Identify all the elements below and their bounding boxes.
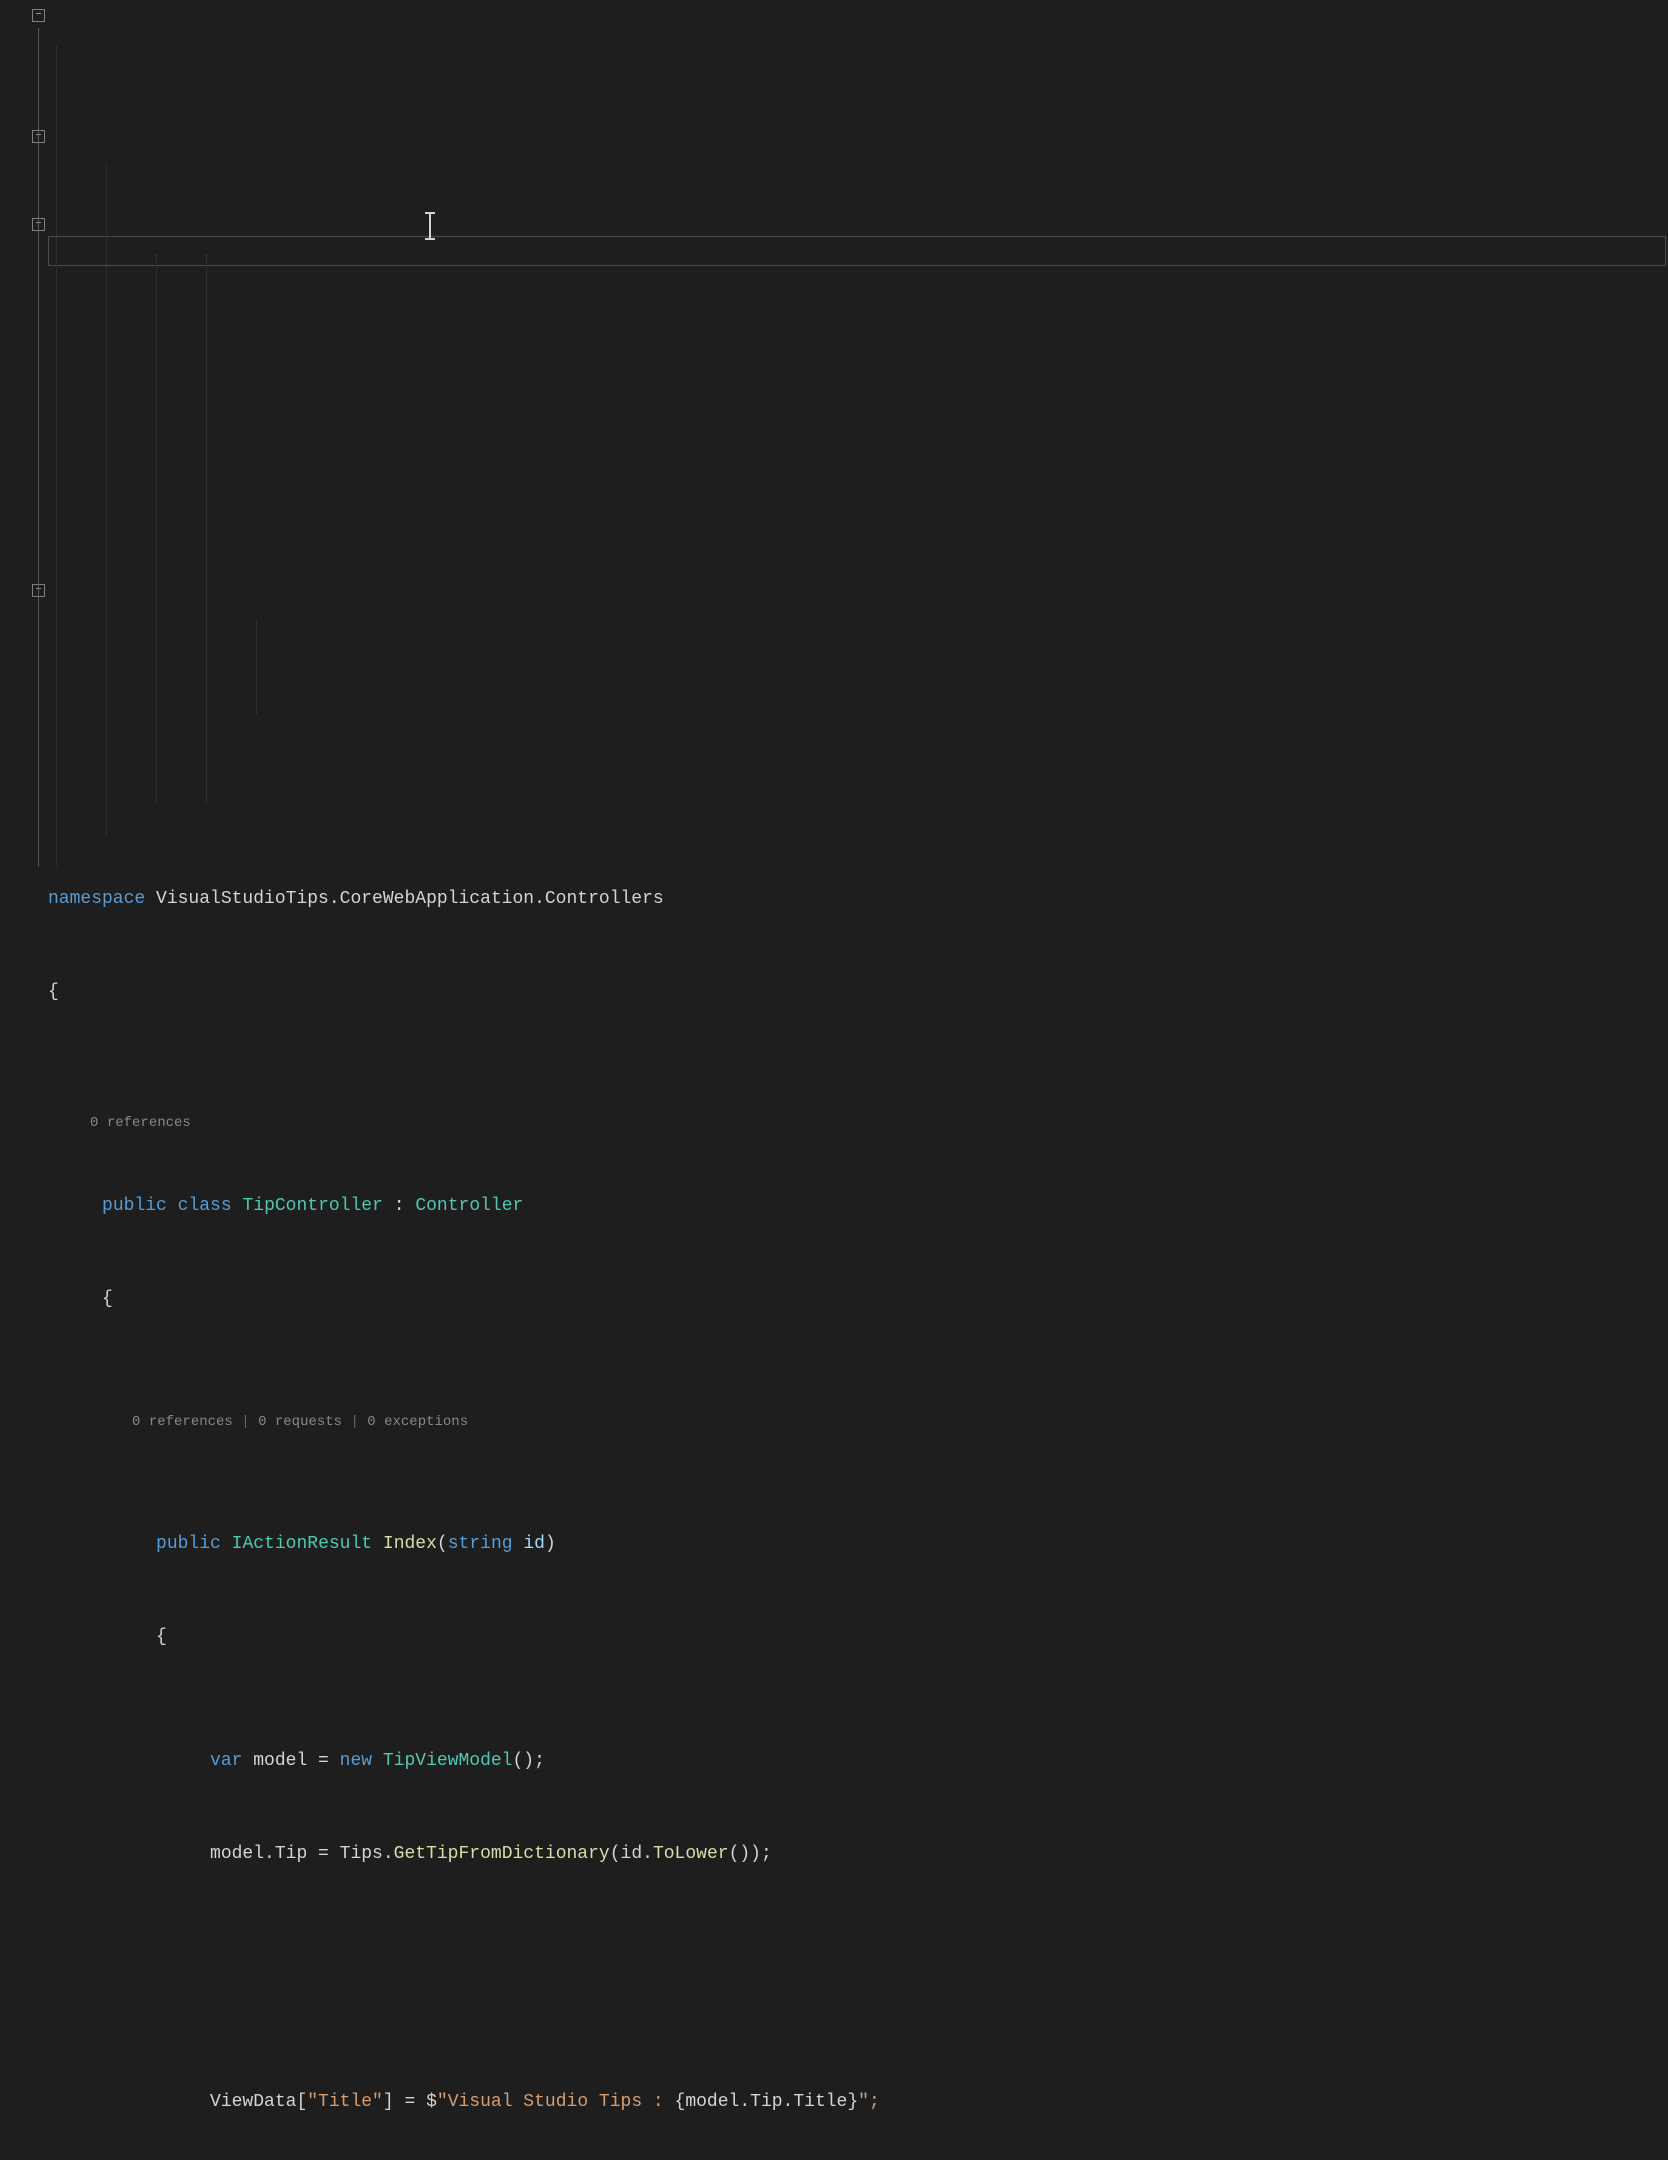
code-line[interactable]: { — [48, 1622, 1668, 1653]
keyword: var — [210, 1751, 242, 1771]
code-line[interactable]: namespace VisualStudioTips.CoreWebApplic… — [48, 884, 1668, 915]
punct: ( — [437, 1534, 448, 1554]
current-line-highlight — [48, 236, 1666, 266]
keyword: namespace — [48, 889, 145, 909]
codelens-exc[interactable]: 0 exceptions — [367, 1414, 468, 1430]
code-line[interactable]: model.Tip = Tips.GetTipFromDictionary(id… — [48, 1839, 1668, 1870]
indent-guide — [106, 164, 107, 835]
type-name: Controller — [415, 1196, 523, 1216]
keyword: new — [340, 1751, 372, 1771]
namespace-name: VisualStudioTips.CoreWebApplication.Cont… — [145, 889, 663, 909]
type-name: TipController — [242, 1196, 382, 1216]
indent-guide — [256, 620, 257, 713]
text: ViewData[ — [210, 2092, 307, 2112]
codelens-sep: | — [342, 1414, 367, 1430]
brace: { — [156, 1627, 167, 1647]
interp: {model.Tip.Title} — [675, 2092, 859, 2112]
indent-guide — [56, 47, 57, 866]
method-name: Index — [383, 1534, 437, 1554]
codelens[interactable]: 0 references — [48, 1101, 1668, 1129]
param: id — [513, 1534, 545, 1554]
string: "Visual Studio Tips : — [437, 2092, 675, 2112]
indent-guide — [156, 254, 157, 804]
codelens-reqs[interactable]: 0 requests — [258, 1414, 342, 1430]
blank-line[interactable] — [48, 1963, 1668, 1994]
string: "; — [858, 2092, 880, 2112]
brace: { — [102, 1289, 113, 1309]
keyword: string — [448, 1534, 513, 1554]
code-line[interactable]: ViewData["Title"] = $"Visual Studio Tips… — [48, 2087, 1668, 2118]
string: "Title" — [307, 2092, 383, 2112]
keyword: class — [178, 1196, 232, 1216]
method-name: ToLower — [653, 1844, 729, 1864]
code-line[interactable]: var model = new TipViewModel(); — [48, 1746, 1668, 1777]
text: ] = $ — [383, 2092, 437, 2112]
code-editor[interactable]: namespace VisualStudioTips.CoreWebApplic… — [0, 0, 1668, 2160]
punct: : — [383, 1196, 415, 1216]
punct: ()); — [729, 1844, 772, 1864]
outline-guide — [38, 28, 39, 866]
keyword: public — [102, 1196, 167, 1216]
fold-toggle-namespace[interactable] — [32, 9, 45, 22]
brace: { — [48, 982, 59, 1002]
method-name: GetTipFromDictionary — [394, 1844, 610, 1864]
codelens-refs[interactable]: 0 references — [90, 1115, 191, 1131]
code-line[interactable]: public IActionResult Index(string id) — [48, 1529, 1668, 1560]
keyword: public — [156, 1534, 221, 1554]
text: model.Tip = Tips. — [210, 1844, 394, 1864]
text: model = — [242, 1751, 339, 1771]
codelens-refs[interactable]: 0 references — [132, 1414, 233, 1430]
text: (id. — [610, 1844, 653, 1864]
indent-guide — [206, 254, 207, 804]
codelens-sep: | — [233, 1414, 258, 1430]
punct: ) — [545, 1534, 556, 1554]
type-name: IActionResult — [232, 1534, 372, 1554]
code-line[interactable]: { — [48, 1284, 1668, 1315]
code-line[interactable]: { — [48, 977, 1668, 1008]
code-line[interactable]: public class TipController : Controller — [48, 1191, 1668, 1222]
text-cursor-icon — [429, 214, 431, 238]
codelens[interactable]: 0 references | 0 requests | 0 exceptions — [48, 1408, 1668, 1436]
type-name: TipViewModel — [372, 1751, 512, 1771]
punct: (); — [513, 1751, 545, 1771]
